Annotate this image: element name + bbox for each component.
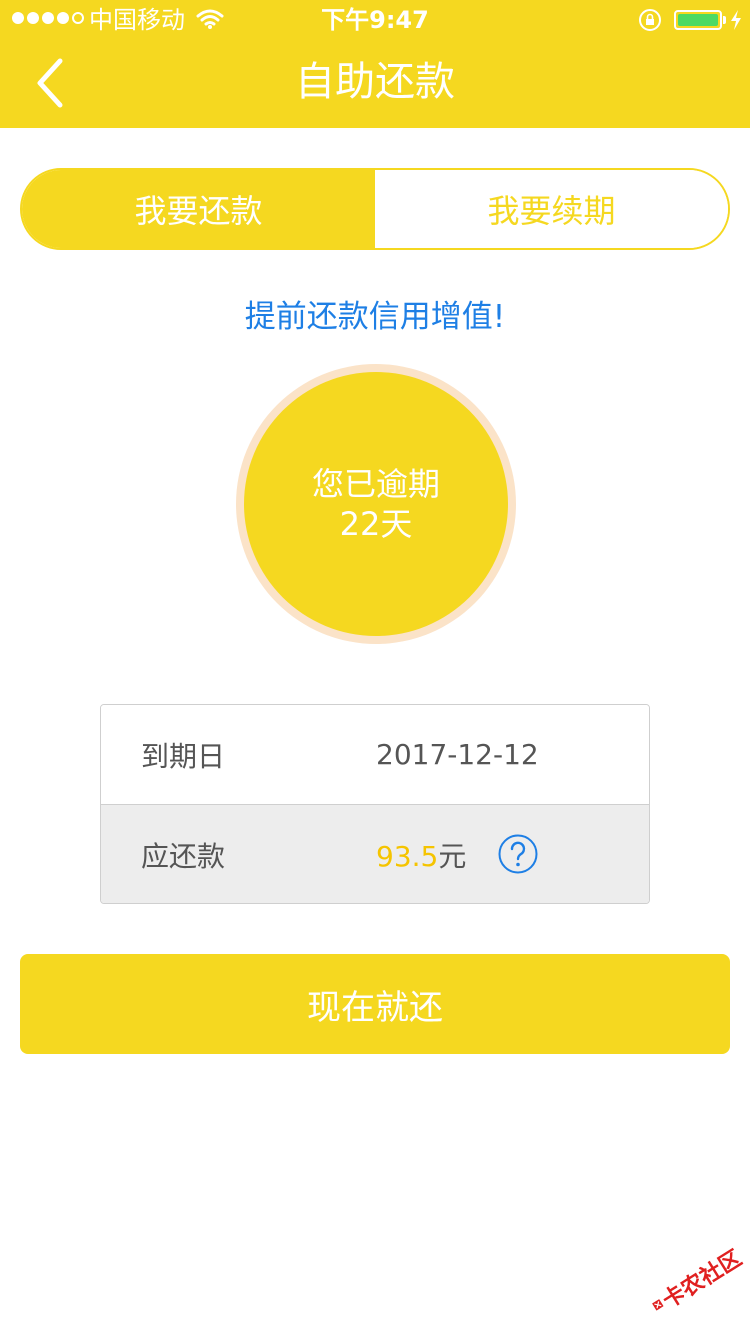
watermark-text: 卡农社区 (658, 1246, 747, 1314)
status-bar: 中国移动 下午9:47 (0, 0, 750, 40)
watermark: 卡农社区 (635, 1225, 750, 1337)
tab-renew[interactable]: 我要续期 (375, 170, 728, 248)
amount-due-value: 93.5元 (376, 835, 466, 875)
page-title: 自助还款 (295, 59, 455, 105)
amount-number: 93.5 (376, 839, 439, 873)
question-circle-icon[interactable] (498, 834, 538, 874)
tab-repay[interactable]: 我要还款 (22, 170, 375, 248)
overdue-circle: 您已逾期 22天 (244, 372, 508, 636)
due-date-label: 到期日 (141, 739, 226, 773)
amount-unit: 元 (438, 839, 467, 873)
orientation-lock-icon (639, 9, 661, 31)
charging-icon (731, 10, 741, 30)
repayment-info-table: 到期日 2017-12-12 应还款 93.5元 (100, 704, 650, 904)
battery-icon (674, 10, 722, 30)
mode-segmented-control: 我要还款 我要续期 (20, 168, 730, 250)
overdue-label: 您已逾期 (311, 465, 440, 503)
promo-text: 提前还款信用增值! (244, 299, 506, 335)
header-bar: 中国移动 下午9:47 自助还款 (0, 0, 750, 128)
amount-due-label: 应还款 (141, 839, 226, 873)
pay-now-button[interactable]: 现在就还 (20, 954, 730, 1054)
due-date-row: 到期日 2017-12-12 (101, 705, 649, 805)
due-date-value: 2017-12-12 (376, 738, 539, 771)
amount-due-row: 应还款 93.5元 (101, 805, 649, 903)
overdue-days: 22天 (339, 505, 413, 543)
battery-tip (723, 16, 726, 24)
